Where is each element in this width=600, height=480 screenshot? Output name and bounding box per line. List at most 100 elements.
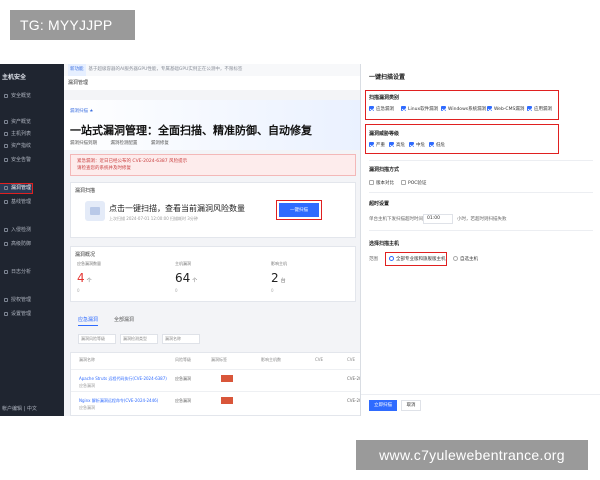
checkbox-checked-icon	[369, 106, 374, 111]
checkbox-checked-icon	[409, 142, 414, 147]
sidebar-item-label: 高级防御	[11, 241, 32, 247]
tab-all[interactable]: 全部漏洞	[114, 316, 134, 323]
column-header: 漏洞标签	[211, 357, 227, 362]
stat-name: 主机漏洞	[175, 261, 191, 266]
level-checkbox[interactable]: 严重	[369, 142, 385, 148]
vuln-name[interactable]: Nginx 解析漏洞远程命令(CVE-2024-2446)	[79, 398, 158, 404]
level-checkbox[interactable]: 中危	[409, 142, 425, 148]
sidebar-item[interactable]: 日志分析	[4, 268, 62, 277]
timeout-input[interactable]: 01:00	[423, 214, 453, 224]
menu-icon	[4, 93, 8, 98]
menu-icon	[4, 185, 8, 190]
sidebar-item[interactable]: 入侵检测	[4, 226, 62, 235]
cancel-button[interactable]: 取消	[401, 400, 421, 411]
timeout-suffix: 小时，若超时则扫描失败	[457, 217, 507, 222]
vuln-overview: 漏洞概况 应急漏洞数量 4个 0 主机漏洞 64 个 0 影响主机 2台 0	[70, 246, 356, 302]
sidebar-item[interactable]: 高级防御	[4, 240, 62, 249]
stat-foot: 0	[77, 288, 80, 293]
threat-level-label: 漏洞威胁等级	[369, 131, 400, 137]
sidebar-item-label: 基线管理	[11, 199, 32, 205]
menu-icon	[4, 311, 8, 316]
filter-bar: 漏洞风险等级 漏洞检测类型 漏洞名称	[70, 334, 356, 346]
sidebar-item-label: 安全告警	[11, 157, 32, 163]
table-row[interactable]: Nginx 解析漏洞远程命令(CVE-2024-2446) 应急漏洞 应急漏洞 …	[71, 391, 371, 413]
sidebar-item[interactable]: 安全概览	[4, 92, 62, 101]
alert-line: 请检查您的系统并及时修复	[77, 166, 131, 171]
checkbox-checked-icon	[389, 142, 394, 147]
notice-text[interactable]: 基于超级容器的AI服务器GPU性能，专属基础GPU实例正在公测中，不限标签	[89, 67, 243, 72]
scan-now-button[interactable]: 立即扫描	[369, 400, 397, 411]
vuln-name[interactable]: Apache Struts 远程代码执行(CVE-2024-6387)	[79, 376, 167, 382]
scan-illustration-icon	[85, 201, 105, 221]
divider	[369, 160, 593, 161]
sidebar-item[interactable]: 基线管理	[4, 198, 62, 207]
menu-icon	[4, 119, 8, 124]
column-header: 漏洞名称	[79, 357, 95, 362]
column-header: 影响主机数	[261, 357, 281, 362]
scan-method-label: 漏洞扫描方式	[369, 167, 400, 173]
method-checkbox[interactable]: 版本对比	[369, 180, 394, 186]
scan-card: 漏洞扫描 点击一键扫描，查看当前漏洞风险数量 上次扫描 2024-07-01 1…	[70, 182, 356, 238]
radio-selected-icon	[389, 256, 394, 261]
hero-chip[interactable]: 漏洞检测配置	[110, 141, 137, 146]
scan-type-checkbox[interactable]: 应急漏洞	[369, 106, 394, 112]
radio-custom-hosts[interactable]: 自选主机	[453, 256, 478, 262]
sidebar-item-label: 安全概览	[11, 93, 32, 99]
sidebar-item[interactable]: 资产概览	[4, 118, 62, 127]
method-checkbox[interactable]: POC验证	[401, 180, 426, 186]
main-content: 新功能 基于超级容器的AI服务器GPU性能，专属基础GPU实例正在公测中，不限标签…	[64, 64, 371, 416]
sidebar-item[interactable]: 授权管理	[4, 296, 62, 305]
menu-icon	[4, 241, 8, 246]
checkbox-checked-icon	[401, 106, 406, 111]
sidebar-item[interactable]: 主机列表	[4, 130, 62, 139]
drawer-title: 一键扫描设置	[369, 74, 406, 81]
hero-chip[interactable]: 漏洞扫描到期	[70, 141, 97, 146]
scan-settings-drawer: 一键扫描设置 扫描漏洞类别 应急漏洞 Linux软件漏洞 Windows系统漏洞…	[360, 64, 600, 416]
divider	[369, 192, 593, 193]
timeout-prefix: 单台主机下发扫描超时时间	[369, 217, 423, 222]
stat-name: 应急漏洞数量	[77, 261, 101, 266]
tab-emergency[interactable]: 应急漏洞	[78, 316, 99, 326]
screenshot-panel: 主机安全 安全概览 资产概览 主机列表 资产指纹 安全告警 漏洞管理 基线管理 …	[0, 64, 600, 416]
menu-icon	[4, 269, 8, 274]
page-header: 漏洞管理	[64, 76, 360, 90]
host-select-label: 选择扫描主机	[369, 241, 400, 247]
hero-title: 一站式漏洞管理：全面扫描、精准防御、自动修复	[70, 124, 312, 137]
table-row[interactable]: Apache Struts 远程代码执行(CVE-2024-6387) 应急漏洞…	[71, 369, 371, 391]
sidebar-item-vuln-management[interactable]: 漏洞管理	[0, 183, 33, 194]
sidebar-item[interactable]: 设置管理	[4, 310, 62, 319]
sidebar-item[interactable]: 资产指纹	[4, 142, 62, 151]
divider	[369, 230, 593, 231]
filter-vuln-name[interactable]: 漏洞名称	[162, 334, 200, 344]
sidebar-footer[interactable]: 帐户编辑 | 中文	[2, 405, 37, 412]
sidebar-item-label: 设置管理	[11, 311, 32, 317]
timeout-label: 超时设置	[369, 201, 390, 207]
scan-title: 点击一键扫描，查看当前漏洞风险数量	[109, 204, 245, 213]
sidebar-item-label: 日志分析	[11, 269, 32, 275]
scan-type-checkbox[interactable]: Linux软件漏洞	[401, 106, 438, 112]
stat-value: 2台	[271, 271, 286, 285]
stat-value: 64 个	[175, 271, 198, 285]
scan-type-checkbox[interactable]: Web-CMS漏洞	[487, 106, 524, 112]
checkbox-checked-icon	[441, 106, 446, 111]
filter-risk-level[interactable]: 漏洞风险等级	[78, 334, 116, 344]
sidebar-item[interactable]: 安全告警	[4, 156, 62, 165]
overview-stat[interactable]: 影响主机 2台 0	[271, 261, 361, 293]
one-click-scan-button[interactable]: 一键扫描	[276, 200, 322, 220]
radio-all-pro-hosts[interactable]: 全部专业版和旗舰版主机	[389, 256, 446, 262]
level-checkbox[interactable]: 高危	[389, 142, 405, 148]
sidebar: 主机安全 安全概览 资产概览 主机列表 资产指纹 安全告警 漏洞管理 基线管理 …	[0, 64, 64, 416]
scan-type-checkbox[interactable]: 应用漏洞	[527, 106, 552, 112]
stat-foot: 0	[271, 288, 274, 293]
scan-type-label: 扫描漏洞类别	[369, 95, 400, 101]
risk-badge	[221, 397, 233, 404]
scan-type-checkbox[interactable]: Windows系统漏洞	[441, 106, 486, 112]
overview-stat[interactable]: 主机漏洞 64 个 0	[175, 261, 265, 293]
sidebar-item-label: 入侵检测	[11, 227, 32, 233]
hero-chip[interactable]: 漏洞修复	[151, 141, 169, 146]
filter-detect-type[interactable]: 漏洞检测类型	[120, 334, 158, 344]
hero-chips: 漏洞扫描到期 漏洞检测配置 漏洞修复	[70, 140, 181, 146]
sidebar-brand: 主机安全	[2, 74, 27, 81]
overview-stat[interactable]: 应急漏洞数量 4个 0	[77, 261, 167, 293]
level-checkbox[interactable]: 低危	[429, 142, 445, 148]
